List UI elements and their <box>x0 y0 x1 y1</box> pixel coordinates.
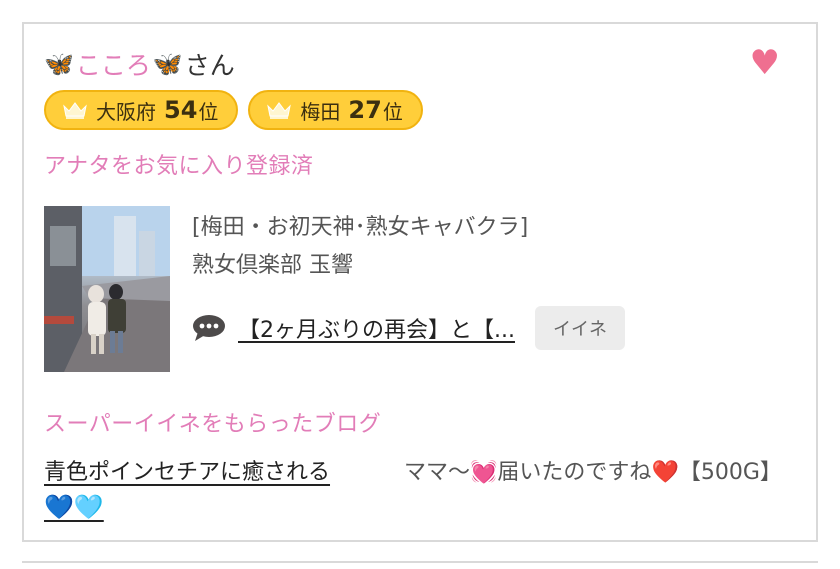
user-honorific: さん <box>184 51 235 80</box>
latest-blog-title-link[interactable]: 【2ヶ月ぶりの再会】と【... <box>238 312 515 344</box>
badge-rank-unit: 位 <box>198 99 219 124</box>
badge-rank-unit: 位 <box>382 99 403 124</box>
speech-bubble-icon <box>193 315 225 341</box>
comment-text-2: 届いたのですね <box>497 460 652 485</box>
badge-area: 大阪府 <box>96 99 156 124</box>
ranking-badge-area: 梅田 27 位 <box>248 90 423 130</box>
blue-hearts-emoji: 💙🩵 <box>44 493 104 521</box>
super-like-blog-link[interactable]: 青色ポインセチアに癒される 💙🩵 <box>44 456 374 526</box>
pink-heart-emoji: 💓 <box>470 460 498 485</box>
butterfly-emoji-right: 🦋 <box>152 50 183 78</box>
badge-rank: 27 <box>348 96 382 124</box>
blog-thumbnail[interactable] <box>44 206 170 372</box>
comment-text-1: ママ〜 <box>404 460 471 485</box>
like-button[interactable]: イイネ <box>534 306 625 350</box>
user-name-row: 🦋 こころ 🦋 さん <box>44 44 235 84</box>
shop-name: 熟女倶楽部 玉響 <box>192 253 353 278</box>
badge-area: 梅田 <box>300 99 341 124</box>
next-card-border <box>22 561 818 569</box>
latest-blog-row: 【2ヶ月ぶりの再会】と【... イイネ <box>192 306 792 350</box>
red-heart-emoji: ❤️ <box>651 460 679 485</box>
favorite-heart-icon[interactable]: ♥ <box>750 46 780 80</box>
crown-icon <box>267 102 292 119</box>
badge-rank: 54 <box>164 96 198 124</box>
super-like-blog-title: 青色ポインセチアに癒される <box>44 460 331 485</box>
ranking-badge-prefecture: 大阪府 54 位 <box>44 90 239 130</box>
user-nickname: こころ <box>75 51 151 80</box>
super-like-comment: ママ〜💓届いたのですね❤️【500G】 <box>404 456 794 490</box>
comment-text-3: 【500G】 <box>678 460 782 485</box>
favorite-status-text: アナタをお気に入り登録済 <box>44 154 314 179</box>
shop-category: [梅田・お初天神･熟女キャバクラ] <box>192 215 529 240</box>
butterfly-emoji-left: 🦋 <box>44 50 74 78</box>
ranking-badges: 大阪府 54 位 梅田 27 位 <box>44 90 423 130</box>
thumbnail-image <box>44 206 170 372</box>
favorite-user-card: 🦋 こころ 🦋 さん ♥ 大阪府 54 位 梅田 27 位 アナタをお気に入り登… <box>22 22 818 542</box>
crown-icon <box>63 102 87 119</box>
super-like-section-heading: スーパーイイネをもらったブログ <box>44 412 382 437</box>
